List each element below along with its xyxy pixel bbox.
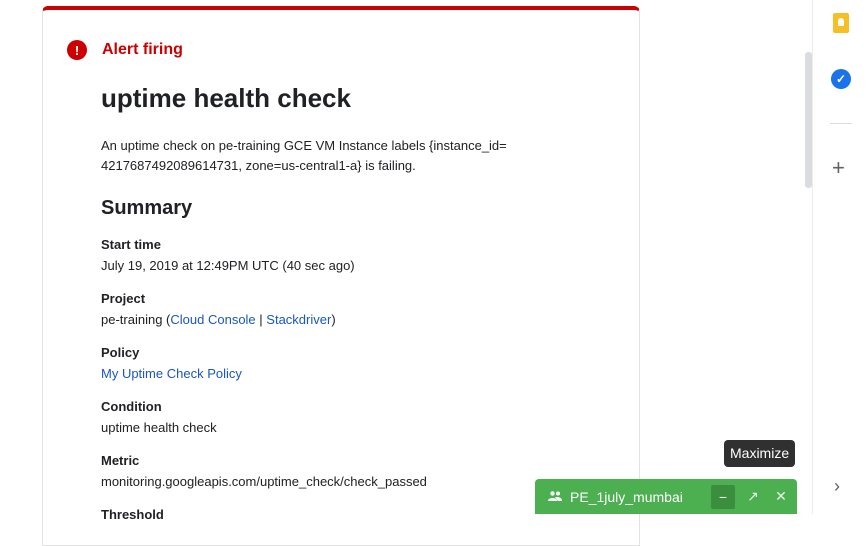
field-label: Policy <box>101 345 140 360</box>
alert-email-card: ! Alert firing uptime health check An up… <box>42 6 640 546</box>
error-icon: ! <box>67 40 87 60</box>
tasks-icon[interactable]: ✓ <box>831 69 851 89</box>
field-project: Project pe-training (Cloud Console | Sta… <box>101 290 621 330</box>
field-label: Project <box>101 291 146 306</box>
keep-icon[interactable] <box>833 13 849 33</box>
cloud-console-link[interactable]: Cloud Console <box>170 312 255 327</box>
chat-window-bar[interactable]: PE_1july_mumbai − ↗ ✕ <box>535 479 797 514</box>
field-value: pe-training (Cloud Console | Stackdriver… <box>101 310 621 330</box>
field-condition: Condition uptime health check <box>101 398 621 438</box>
field-label: Condition <box>101 399 162 414</box>
field-value: July 19, 2019 at 12:49PM UTC (40 sec ago… <box>101 258 355 273</box>
rail-divider <box>830 123 852 124</box>
alert-status: ! Alert firing <box>67 40 183 60</box>
field-value: uptime health check <box>101 420 217 435</box>
maximize-tooltip: Maximize <box>724 440 796 467</box>
close-button[interactable]: ✕ <box>769 485 793 509</box>
description-line-1: An uptime check on pe-training GCE VM In… <box>101 138 507 153</box>
group-icon <box>548 490 562 504</box>
paren-close: ) <box>331 312 336 327</box>
add-addon-icon[interactable]: + <box>832 157 845 179</box>
alert-title: uptime health check <box>101 83 351 113</box>
alert-status-label: Alert firing <box>102 41 183 58</box>
stackdriver-link[interactable]: Stackdriver <box>266 312 331 327</box>
scrollbar-thumb[interactable] <box>805 52 812 188</box>
chat-title: PE_1july_mumbai <box>570 488 683 505</box>
field-label: Start time <box>101 237 161 252</box>
field-policy: Policy My Uptime Check Policy <box>101 344 621 384</box>
project-name: pe-training <box>101 312 163 327</box>
policy-link[interactable]: My Uptime Check Policy <box>101 366 242 381</box>
link-separator: | <box>255 312 267 327</box>
summary-heading: Summary <box>101 197 193 219</box>
maximize-button[interactable]: ↗ <box>741 485 765 509</box>
description-line-2: 4217687492089614731, zone=us-central1-a}… <box>101 158 416 173</box>
minimize-button[interactable]: − <box>711 484 735 509</box>
field-start-time: Start time July 19, 2019 at 12:49PM UTC … <box>101 236 621 276</box>
field-label: Metric <box>101 453 140 468</box>
alert-description: An uptime check on pe-training GCE VM In… <box>101 136 621 176</box>
expand-panel-chevron-icon[interactable]: › <box>834 476 840 497</box>
